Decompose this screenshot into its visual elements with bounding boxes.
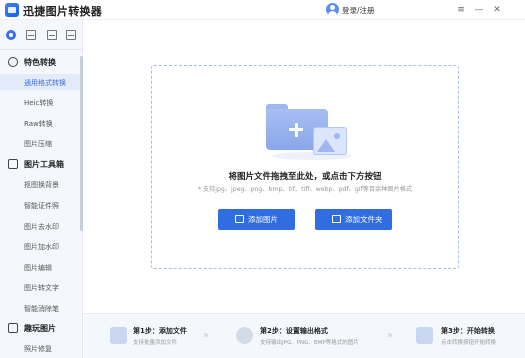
- close-button[interactable]: ✕: [490, 3, 504, 17]
- image-tool-icon[interactable]: [26, 30, 36, 40]
- sidebar-item-raw[interactable]: Raw转换: [0, 115, 82, 131]
- image-icon: [313, 127, 347, 155]
- step-3-title: 第3步：开始转换: [441, 327, 495, 335]
- sidebar-top-icons: [0, 20, 83, 50]
- add-folder-button[interactable]: 添加文件夹: [315, 209, 392, 230]
- section-featured-conversion[interactable]: 特色转换: [0, 54, 83, 70]
- step-2-subtitle: 支持输出JPG、PNG、BMP等格式的图片: [260, 340, 359, 346]
- sidebar-item-eraser[interactable]: 智能消除笔: [0, 300, 82, 316]
- section-label: 图片工具箱: [24, 160, 64, 169]
- image-icon: [235, 215, 244, 223]
- login-register-link[interactable]: 登录/注册: [342, 5, 375, 16]
- convert-step-icon: [416, 327, 433, 344]
- sidebar-item-label: 智能消除笔: [24, 305, 59, 313]
- sidebar: 特色转换 通用格式转换 Heic转换 Raw转换 图片压缩 图片工具箱 抠图换背…: [0, 20, 83, 358]
- sidebar-item-label: 智能证件照: [24, 202, 59, 210]
- step-2-title: 第2步：设置输出格式: [260, 327, 328, 335]
- app-logo-icon: [5, 3, 19, 17]
- sidebar-item-label: 图片编辑: [24, 264, 52, 272]
- sidebar-item-label: 图片压缩: [24, 140, 52, 148]
- sidebar-item-cutout[interactable]: 抠图换背景: [0, 176, 82, 192]
- copy-icon[interactable]: [66, 30, 76, 40]
- section-fun-images[interactable]: 趣玩图片: [0, 320, 83, 336]
- sidebar-item-compress[interactable]: 图片压缩: [0, 135, 82, 151]
- add-image-button[interactable]: 添加图片: [218, 209, 295, 230]
- sidebar-item-label: 照片修复: [24, 345, 52, 353]
- settings-step-icon: [236, 327, 253, 344]
- picture-icon[interactable]: [47, 30, 57, 40]
- sidebar-item-label: 图片去水印: [24, 223, 59, 231]
- sidebar-item-label: 抠图换背景: [24, 181, 59, 189]
- menu-icon[interactable]: ≡: [454, 3, 468, 17]
- add-folder-label: 添加文件夹: [345, 215, 383, 224]
- file-drop-zone[interactable]: [151, 65, 459, 269]
- sidebar-item-ocr[interactable]: 图片转文字: [0, 279, 82, 295]
- sidebar-item-add-watermark[interactable]: 图片加水印: [0, 238, 82, 254]
- sidebar-item-photo-restore[interactable]: 照片修复: [0, 340, 82, 356]
- minimize-button[interactable]: —: [472, 3, 486, 17]
- sidebar-item-remove-watermark[interactable]: 图片去水印: [0, 218, 82, 234]
- step-3-subtitle: 点击转换按钮开始转换: [441, 340, 497, 346]
- conversion-icon: [8, 57, 18, 67]
- user-avatar-icon[interactable]: [326, 3, 339, 16]
- app-title: 迅捷图片转换器: [23, 5, 103, 18]
- title-bar: 迅捷图片转换器 登录/注册 ≡ — ✕: [0, 0, 525, 20]
- dropzone-hint: * 支持jpg、jpeg、png、bmp、tif、tiff、webp、pdf、g…: [197, 186, 413, 193]
- dropzone-title: 将图片文件拖拽至此处，或点击下方按钮: [228, 172, 382, 182]
- folder-icon: [332, 215, 341, 223]
- sidebar-item-label: 图片加水印: [24, 243, 59, 251]
- sidebar-item-label: Raw转换: [24, 120, 53, 128]
- settings-icon[interactable]: [6, 30, 16, 40]
- add-image-label: 添加图片: [248, 215, 278, 224]
- step-arrow-icon: »: [203, 330, 210, 341]
- toolbox-icon: [8, 159, 18, 169]
- section-label: 趣玩图片: [24, 324, 56, 333]
- fun-image-icon: [8, 323, 18, 333]
- sidebar-scrollbar[interactable]: [80, 56, 83, 231]
- sidebar-item-heic[interactable]: Heic转换: [0, 94, 82, 110]
- sidebar-item-id-photo[interactable]: 智能证件照: [0, 197, 82, 213]
- sidebar-item-label: Heic转换: [24, 99, 54, 107]
- sidebar-item-label: 通用格式转换: [24, 79, 66, 87]
- step-1-subtitle: 支持批量添加文件: [133, 340, 178, 346]
- sidebar-item-edit[interactable]: 图片编辑: [0, 259, 82, 275]
- sidebar-item-label: 图片转文字: [24, 284, 59, 292]
- sidebar-item-general-conversion[interactable]: 通用格式转换: [0, 74, 82, 90]
- section-label: 特色转换: [24, 58, 56, 67]
- step-1-title: 第1步：添加文件: [133, 327, 187, 335]
- step-arrow-icon: »: [387, 330, 394, 341]
- section-image-toolbox[interactable]: 图片工具箱: [0, 156, 83, 172]
- add-file-step-icon: [110, 327, 127, 344]
